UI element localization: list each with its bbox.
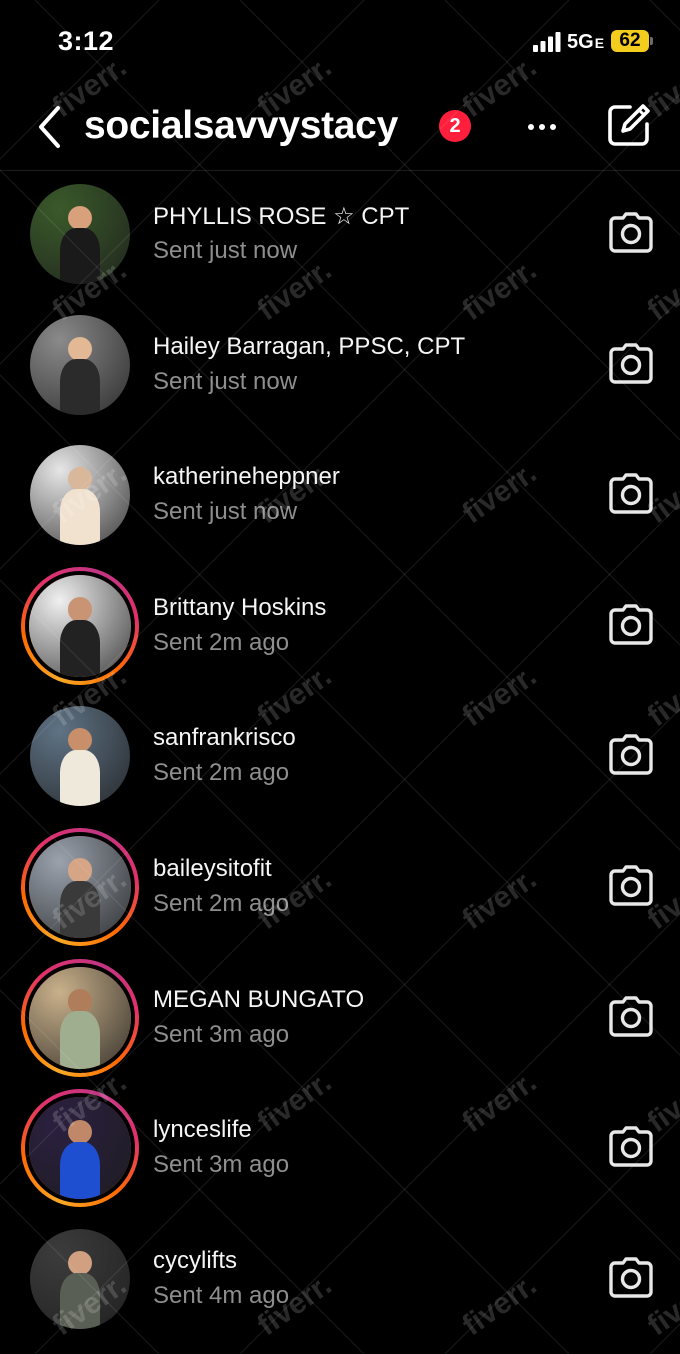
avatar-figure-head [68,728,92,753]
account-title[interactable]: socialsavvystacy [84,104,398,148]
conversation-status: Sent 4m ago [153,1281,290,1309]
conversation-status: Sent just now [153,367,298,395]
avatar-figure-head [68,206,92,230]
conversation-name: Hailey Barragan, PPSC, CPT [153,332,466,360]
avatar-figure-body [60,1272,100,1329]
conversation-status: Sent just now [153,498,298,526]
avatar-figure-body [60,750,100,807]
camera-icon[interactable] [608,734,654,776]
avatar-figure-head [67,989,93,1014]
avatar [29,836,131,938]
avatar [30,314,130,415]
conversation-name: MEGAN BUNGATO [153,985,365,1013]
avatar-figure-body [60,358,100,415]
story-ring[interactable] [21,958,139,1077]
battery-icon: 62 [611,30,649,52]
avatar-container[interactable] [30,445,130,546]
conversation-name: baileysitofit [153,855,272,882]
conversation-row[interactable]: MEGAN BUNGATO Sent 3m ago [0,956,680,1086]
avatar [29,1097,131,1200]
avatar [29,966,131,1069]
avatar-container[interactable] [30,184,130,284]
conversation-row[interactable]: baileysitofit Sent 2m ago [0,825,680,955]
conversation-name: katherineheppner [153,463,340,491]
conversation-row[interactable]: PHYLLIS ROSE ☆ CPT Sent just now [0,172,680,302]
conversation-row[interactable]: katherineheppner Sent just now [0,433,680,563]
compose-icon[interactable] [606,102,652,148]
avatar-figure-head [68,336,92,361]
camera-icon[interactable] [608,995,654,1038]
conversation-name: sanfrankrisco [153,724,296,752]
avatar-figure-body [60,228,100,284]
conversation-row[interactable]: lynceslife Sent 3m ago [0,1086,680,1216]
conversation-name: PHYLLIS ROSE ☆ CPT [153,203,410,230]
avatar-figure-head [67,597,93,622]
avatar [29,574,131,677]
avatar-figure-head [68,467,92,492]
camera-icon[interactable] [608,342,654,385]
camera-icon[interactable] [608,473,654,515]
conversation-status: Sent 3m ago [153,1151,290,1179]
battery-nub [650,37,653,45]
status-time: 3:12 [58,26,115,56]
camera-icon[interactable] [608,1126,654,1168]
avatar [30,706,130,807]
conversation-status: Sent 2m ago [153,759,290,787]
avatar-figure-body [59,1142,101,1200]
conversation-row[interactable]: sanfrankrisco Sent 2m ago [0,694,680,824]
conversation-status: Sent 3m ago [153,1020,290,1048]
network-suffix: E [594,35,605,51]
header: socialsavvystacy 2 [0,90,680,171]
network-indicator: 5GE [567,31,604,54]
camera-icon[interactable] [608,865,654,907]
conversation-row[interactable]: cycylifts Sent 4m ago [0,1217,680,1347]
notification-badge: 2 [439,110,471,142]
conversation-name: cycylifts [153,1246,237,1274]
camera-icon[interactable] [608,604,654,646]
avatar-figure-body [60,489,100,546]
status-bar: 3:12 5GE 62 [0,0,680,84]
camera-icon[interactable] [608,212,654,254]
chevron-left-icon[interactable] [36,104,66,150]
story-ring[interactable] [21,828,139,946]
conversation-name: lynceslife [153,1116,252,1144]
avatar-container[interactable] [30,1228,130,1329]
camera-icon[interactable] [608,1257,654,1299]
avatar-figure-head [67,858,93,883]
story-ring[interactable] [21,1089,139,1208]
avatar [30,1228,130,1329]
conversation-row[interactable]: Brittany Hoskins Sent 2m ago [0,564,680,694]
story-ring[interactable] [21,566,139,685]
avatar-figure-body [59,619,101,677]
avatar-figure-head [67,1119,93,1145]
conversation-name: Brittany Hoskins [153,593,327,621]
conversation-row[interactable]: Hailey Barragan, PPSC, CPT Sent just now [0,303,680,433]
ellipsis-icon[interactable] [522,112,562,142]
avatar-container[interactable] [30,314,130,415]
avatar-figure-body [59,880,101,938]
conversation-status: Sent just now [153,237,298,264]
conversation-status: Sent 2m ago [153,628,290,656]
avatar [30,184,130,284]
signal-icon [533,32,561,52]
avatar-container[interactable] [30,706,130,807]
battery-level: 62 [619,30,641,51]
conversation-status: Sent 2m ago [153,890,290,917]
avatar-figure-head [68,1250,92,1275]
network-label: 5G [567,31,594,53]
avatar [30,445,130,546]
avatar-figure-body [59,1011,101,1069]
